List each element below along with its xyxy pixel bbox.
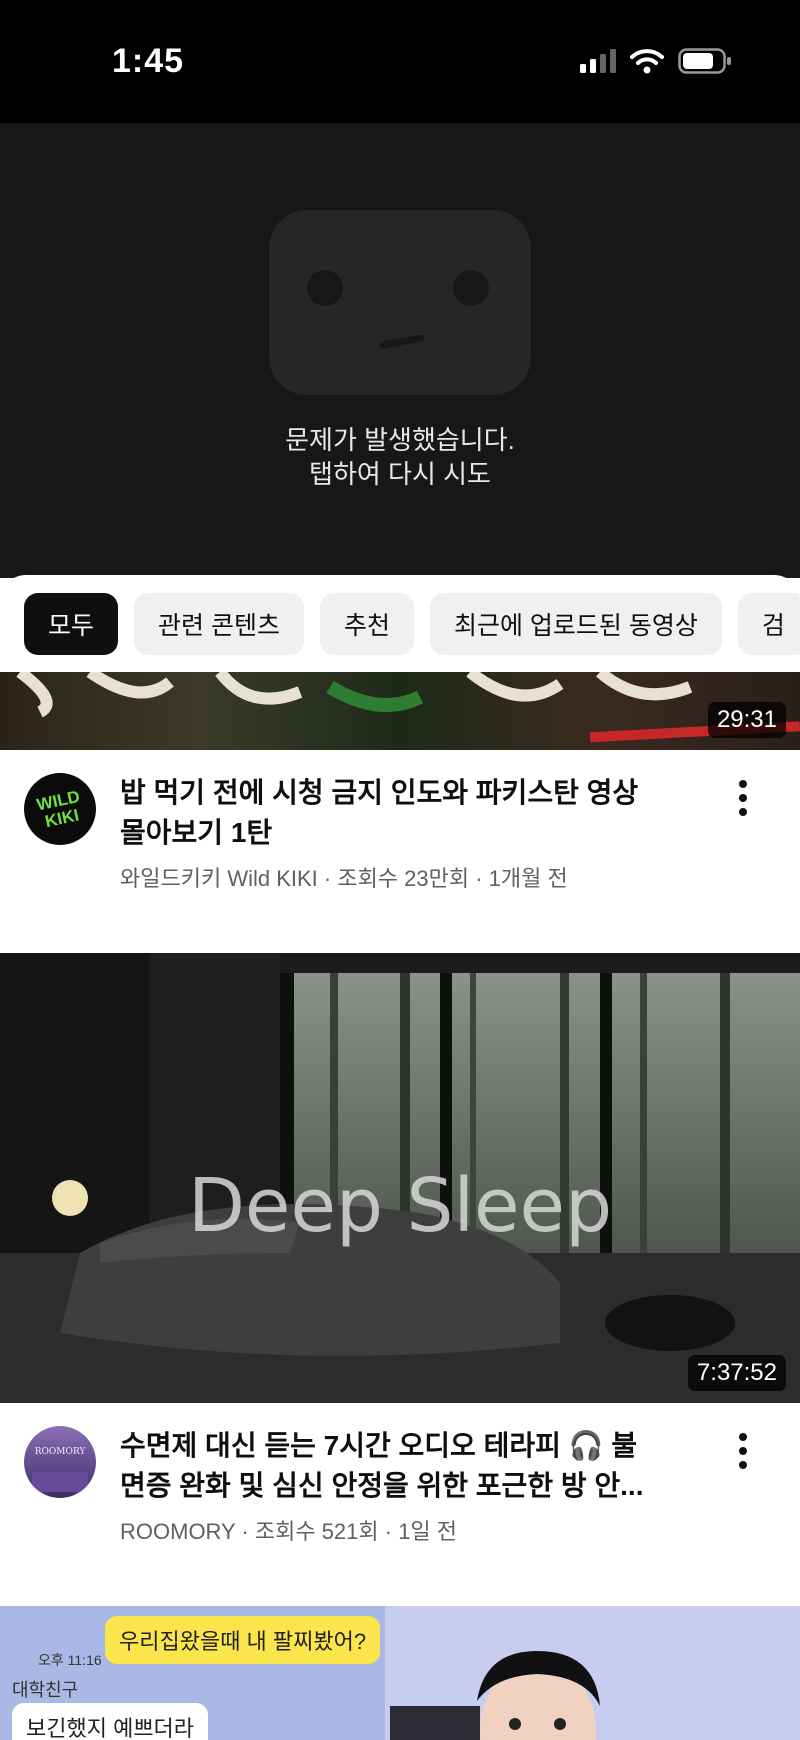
person-image (385, 1606, 800, 1740)
more-options-icon[interactable] (728, 778, 758, 818)
svg-text:ROOMORY: ROOMORY (35, 1447, 87, 1457)
status-icons (580, 48, 732, 74)
chip-more[interactable]: 검 (737, 593, 800, 655)
error-face-icon (269, 210, 531, 395)
video-player[interactable]: 문제가 발생했습니다. 탭하여 다시 시도 (0, 123, 800, 578)
video-duration: 29:31 (707, 702, 786, 738)
video-thumbnail-2[interactable]: Deep Sleep 7:37:52 (0, 953, 800, 1403)
wild-kiki-logo: WILD KIKI (35, 787, 81, 831)
error-message: 문제가 발생했습니다. (285, 425, 515, 455)
related-feed[interactable]: 모두 관련 콘텐츠 추천 최근에 업로드된 동영상 검 29:31 WILD K… (0, 575, 800, 1740)
chat-bubble: 우리집왔을때 내 팔찌봤어? (105, 1616, 381, 1664)
chat-screenshot: 우리집왔을때 내 팔찌봤어? 오후 11:16 대학친구 보긴했지 예쁘더라 (0, 1606, 385, 1740)
status-bar: 1:45 (0, 0, 800, 123)
thumbnail-art (16, 672, 800, 743)
more-options-icon[interactable] (728, 1431, 758, 1471)
chat-sender: 대학친구 (12, 1680, 79, 1700)
chip-recommended[interactable]: 추천 (319, 593, 414, 655)
status-time: 1:45 (112, 42, 185, 80)
chip-all[interactable]: 모두 (24, 593, 119, 655)
video-title[interactable]: 수면제 대신 듣는 7시간 오디오 테라피 🎧 불 면증 완화 및 심신 안정을… (120, 1426, 690, 1506)
retry-message[interactable]: 탭하여 다시 시도 (0, 454, 800, 491)
channel-avatar[interactable]: ROOMORY (24, 1426, 96, 1498)
channel-avatar[interactable]: WILD KIKI (24, 773, 96, 845)
video-thumbnail-3[interactable]: 우리집왔을때 내 팔찌봤어? 오후 11:16 대학친구 보긴했지 예쁘더라 (0, 1606, 800, 1740)
video-meta: 와일드키키 Wild KIKI · 조회수 23만회 · 1개월 전 (120, 866, 568, 891)
chip-related[interactable]: 관련 콘텐츠 (134, 593, 304, 655)
thumbnail-caption: Deep Sleep (187, 1163, 613, 1249)
video-title[interactable]: 밥 먹기 전에 시청 금지 인도와 파키스탄 영상 몰아보기 1탄 (120, 773, 690, 853)
wifi-icon (630, 49, 664, 74)
chat-bubble: 보긴했지 예쁘더라 (12, 1703, 209, 1740)
video-thumbnail-1[interactable]: 29:31 (0, 672, 800, 750)
video-meta: ROOMORY · 조회수 521회 · 1일 전 (120, 1519, 458, 1544)
roomory-logo: ROOMORY (32, 1447, 88, 1492)
chat-time: 오후 11:16 (38, 1652, 102, 1668)
video-duration: 7:37:52 (687, 1355, 786, 1391)
filter-chips: 모두 관련 콘텐츠 추천 최근에 업로드된 동영상 검 (24, 593, 800, 655)
battery-icon (678, 48, 731, 74)
cellular-signal-icon (580, 49, 616, 73)
chip-recently-uploaded[interactable]: 최근에 업로드된 동영상 (429, 593, 722, 655)
